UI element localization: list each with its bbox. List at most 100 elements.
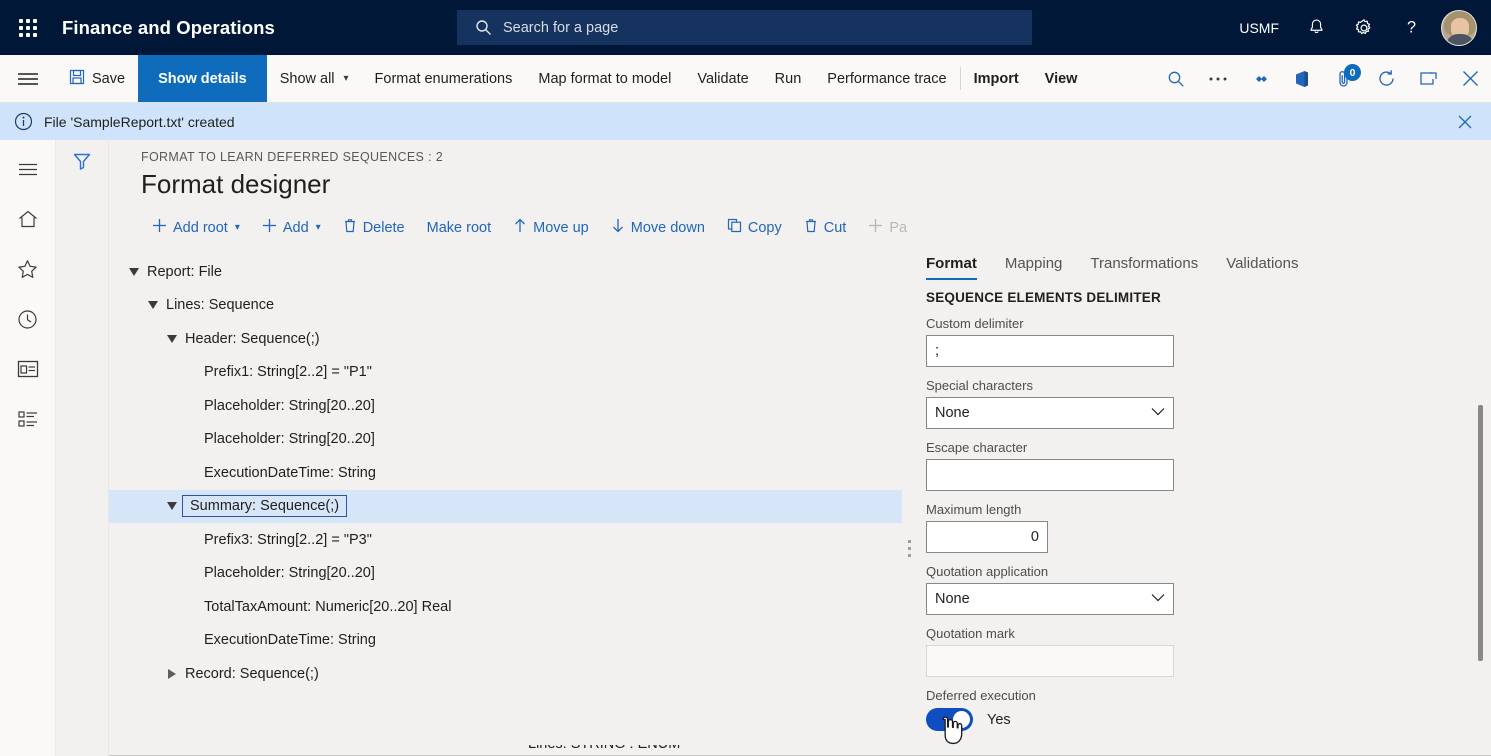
expand-navigation-icon[interactable] <box>0 55 56 102</box>
sidebar-item-home[interactable] <box>8 202 48 236</box>
quotation-application-label: Quotation application <box>926 564 1491 579</box>
attachments-icon[interactable]: 0 <box>1323 55 1365 102</box>
deferred-execution-toggle[interactable] <box>926 708 973 731</box>
escape-character-field: Escape character <box>926 440 1491 491</box>
chevron-down-icon <box>1151 407 1165 419</box>
overflow-menu-icon[interactable] <box>1197 55 1239 102</box>
copy-button[interactable]: Copy <box>716 214 793 241</box>
move-up-button[interactable]: Move up <box>502 214 600 241</box>
filter-column <box>56 140 109 756</box>
search-icon[interactable] <box>1155 55 1197 102</box>
tree-row[interactable]: Prefix3: String[2..2] = "P3" <box>109 523 902 557</box>
page-body: FORMAT TO LEARN DEFERRED SEQUENCES : 2 F… <box>0 140 1491 756</box>
tab-mapping[interactable]: Mapping <box>991 255 1077 280</box>
help-icon[interactable]: ? <box>1388 0 1435 55</box>
cut-label: Cut <box>824 220 847 236</box>
make-root-button[interactable]: Make root <box>416 216 502 240</box>
sidebar-item-recent[interactable] <box>8 302 48 336</box>
tree-row[interactable]: ExecutionDateTime: String <box>109 624 902 658</box>
add-button[interactable]: Add ▾ <box>251 214 332 241</box>
tree-row[interactable]: Record: Sequence(;) <box>109 657 902 691</box>
tree-overflow-row-label: Lines: STRING : ENUM <box>528 745 680 752</box>
close-message-bar-icon[interactable] <box>1449 103 1481 140</box>
save-button[interactable]: Save <box>56 55 138 102</box>
tree-row[interactable]: Header: Sequence(;) <box>109 322 902 356</box>
tree-row-label: Placeholder: String[20..20] <box>204 398 375 414</box>
view-button[interactable]: View <box>1032 55 1091 102</box>
escape-character-input[interactable] <box>926 459 1174 491</box>
tree-row[interactable]: Report: File <box>109 255 902 289</box>
search-input[interactable]: Search for a page <box>457 10 1032 45</box>
tree-row-label: TotalTaxAmount: Numeric[20..20] Real <box>204 599 451 615</box>
gear-icon[interactable] <box>1340 0 1388 55</box>
move-up-label: Move up <box>533 220 589 236</box>
bell-icon[interactable] <box>1293 0 1340 55</box>
company-selector[interactable]: USMF <box>1225 0 1293 55</box>
refresh-icon[interactable] <box>1365 55 1407 102</box>
navigation-rail <box>0 140 56 756</box>
delete-label: Delete <box>363 220 405 236</box>
tab-transformations[interactable]: Transformations <box>1076 255 1212 280</box>
quotation-application-select[interactable]: None <box>926 583 1174 615</box>
quotation-mark-input <box>926 645 1174 677</box>
app-title: Finance and Operations <box>62 17 275 39</box>
properties-scrollbar[interactable] <box>1478 405 1483 661</box>
sidebar-item-workspaces[interactable] <box>8 352 48 386</box>
command-bar-right-group: 0 <box>1155 55 1491 102</box>
tree-twisty-expanded-icon[interactable] <box>121 268 147 276</box>
move-down-button[interactable]: Move down <box>600 214 716 241</box>
tree-row[interactable]: TotalTaxAmount: Numeric[20..20] Real <box>109 590 902 624</box>
tree-row[interactable]: Placeholder: String[20..20] <box>109 389 902 423</box>
section-title: SEQUENCE ELEMENTS DELIMITER <box>926 290 1491 305</box>
open-in-office-icon[interactable] <box>1281 55 1323 102</box>
tree-row[interactable]: Lines: Sequence <box>109 289 902 323</box>
validate-button[interactable]: Validate <box>684 55 761 102</box>
performance-trace-button[interactable]: Performance trace <box>814 55 959 102</box>
tree-twisty-expanded-icon[interactable] <box>159 335 185 343</box>
tab-format[interactable]: Format <box>916 255 991 280</box>
tree-row[interactable]: Placeholder: String[20..20] <box>109 423 902 457</box>
plus-icon <box>868 218 883 237</box>
copy-label: Copy <box>748 220 782 236</box>
chevron-down-icon: ▾ <box>316 222 321 233</box>
splitter-grip-icon <box>908 540 911 557</box>
close-icon[interactable] <box>1449 55 1491 102</box>
maximum-length-input[interactable]: 0 <box>926 521 1048 553</box>
sidebar-item-favorites[interactable] <box>8 252 48 286</box>
cut-button[interactable]: Cut <box>793 214 858 241</box>
custom-delimiter-input[interactable]: ; <box>926 335 1174 367</box>
add-root-button[interactable]: Add root ▾ <box>141 214 251 241</box>
tree-row[interactable]: Placeholder: String[20..20] <box>109 557 902 591</box>
message-bar: File 'SampleReport.txt' created <box>0 103 1491 140</box>
format-enumerations-button[interactable]: Format enumerations <box>362 55 526 102</box>
map-format-to-model-button[interactable]: Map format to model <box>525 55 684 102</box>
tree-row[interactable]: Prefix1: String[2..2] = "P1" <box>109 356 902 390</box>
special-characters-select[interactable]: None <box>926 397 1174 429</box>
tree-row-label: Prefix3: String[2..2] = "P3" <box>204 532 372 548</box>
designer-split-view: Report: FileLines: SequenceHeader: Seque… <box>109 255 1491 756</box>
delete-button[interactable]: Delete <box>332 214 416 241</box>
filter-icon[interactable] <box>65 145 99 177</box>
sidebar-item-modules[interactable] <box>8 402 48 436</box>
info-icon <box>14 112 33 131</box>
user-avatar[interactable] <box>1441 10 1477 46</box>
show-all-dropdown[interactable]: Show all ▾ <box>267 55 362 102</box>
tree-twisty-collapsed-icon[interactable] <box>159 669 185 679</box>
show-details-button[interactable]: Show details <box>138 55 267 102</box>
arrow-down-icon <box>611 218 625 237</box>
share-to-powerapps-icon[interactable] <box>1239 55 1281 102</box>
pane-splitter[interactable] <box>902 255 916 756</box>
tree-row[interactable]: Summary: Sequence(;) <box>109 490 902 524</box>
tree-row[interactable]: ExecutionDateTime: String <box>109 456 902 490</box>
open-in-new-window-icon[interactable] <box>1407 55 1449 102</box>
app-launcher-icon[interactable] <box>0 0 56 55</box>
tree-row-label: Summary: Sequence(;) <box>182 495 347 517</box>
tree-twisty-expanded-icon[interactable] <box>140 301 166 309</box>
properties-tabs: Format Mapping Transformations Validatio… <box>916 255 1491 280</box>
action-pane: Save Show details Show all ▾ Format enum… <box>0 55 1491 103</box>
save-label: Save <box>92 71 125 87</box>
import-button[interactable]: Import <box>961 55 1032 102</box>
run-button[interactable]: Run <box>762 55 815 102</box>
tab-validations[interactable]: Validations <box>1212 255 1312 280</box>
sidebar-item-menu[interactable] <box>8 152 48 186</box>
